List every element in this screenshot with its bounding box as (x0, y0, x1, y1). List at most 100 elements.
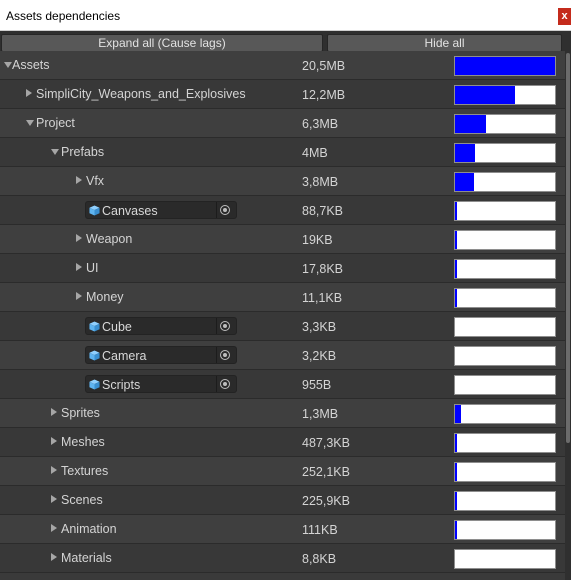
collapsed-arrow-icon[interactable] (51, 466, 57, 474)
tree-row[interactable]: Weapon 19KB (0, 225, 565, 254)
tree-row[interactable]: Money 11,1KB (0, 283, 565, 312)
size-value: 6,3MB (302, 117, 339, 131)
size-bar-fill (455, 463, 457, 481)
size-value: 955B (302, 378, 332, 392)
size-value: 225,9KB (302, 494, 350, 508)
scrollbar-thumb[interactable] (566, 53, 570, 443)
size-bar (454, 520, 556, 540)
object-field-label: Scripts (102, 378, 141, 392)
window-title: Assets dependencies (6, 9, 121, 23)
size-bar (454, 114, 556, 134)
collapsed-arrow-icon[interactable] (76, 292, 82, 300)
size-bar (454, 433, 556, 453)
size-bar (454, 85, 556, 105)
tree-row[interactable]: Textures 252,1KB (0, 457, 565, 486)
folder-label: Weapon (86, 232, 133, 246)
object-picker-icon[interactable] (220, 379, 230, 389)
tree-row[interactable]: Camera 3,2KB (0, 341, 565, 370)
tree-row[interactable]: Animation 111KB (0, 515, 565, 544)
asset-tree: Assets 20,5MB SimpliCity_Weapons_and_Explo… (0, 51, 565, 580)
size-bar-fill (455, 289, 457, 307)
prefab-cube-icon (89, 379, 100, 390)
tree-row[interactable]: Sprites 1,3MB (0, 399, 565, 428)
size-bar-fill (455, 57, 555, 75)
vertical-scrollbar[interactable] (565, 51, 571, 580)
size-bar-fill (455, 202, 457, 220)
size-value: 17,8KB (302, 262, 344, 276)
object-field-label: Cube (102, 320, 132, 334)
object-picker-icon[interactable] (220, 205, 230, 215)
collapsed-arrow-icon[interactable] (51, 408, 57, 416)
object-field-divider (216, 318, 217, 334)
size-value: 88,7KB (302, 204, 344, 218)
folder-label: Materials (61, 551, 112, 565)
expanded-arrow-icon[interactable] (51, 149, 59, 155)
tree-row[interactable]: Assets 20,5MB (0, 51, 565, 80)
size-bar (454, 288, 556, 308)
prefab-cube-icon (89, 205, 100, 216)
size-value: 20,5MB (302, 59, 346, 73)
collapsed-arrow-icon[interactable] (26, 89, 32, 97)
hide-all-button[interactable]: Hide all (327, 34, 562, 52)
collapsed-arrow-icon[interactable] (51, 524, 57, 532)
folder-label: Scenes (61, 493, 103, 507)
prefab-cube-icon (89, 350, 100, 361)
folder-label: Vfx (86, 174, 105, 188)
size-bar (454, 317, 556, 337)
close-button[interactable]: x (558, 8, 571, 25)
tree-row[interactable]: UI 17,8KB (0, 254, 565, 283)
size-bar (454, 201, 556, 221)
collapsed-arrow-icon[interactable] (51, 495, 57, 503)
size-value: 3,2KB (302, 349, 337, 363)
object-picker-icon[interactable] (220, 350, 230, 360)
size-value: 3,8MB (302, 175, 339, 189)
collapsed-arrow-icon[interactable] (51, 553, 57, 561)
size-value: 8,8KB (302, 552, 337, 566)
object-picker-icon[interactable] (220, 321, 230, 331)
size-value: 111KB (302, 523, 338, 537)
tree-row[interactable]: SimpliCity_Weapons_and_Explosives 12,2MB (0, 80, 565, 109)
size-bar-fill (455, 231, 457, 249)
object-field[interactable]: Camera (85, 346, 237, 364)
folder-label: Textures (61, 464, 109, 478)
object-field[interactable]: Cube (85, 317, 237, 335)
tree-row[interactable]: Scenes 225,9KB (0, 486, 565, 515)
object-field-label: Canvases (102, 204, 158, 218)
size-value: 3,3KB (302, 320, 337, 334)
expanded-arrow-icon[interactable] (26, 120, 34, 126)
object-field-divider (216, 347, 217, 363)
size-bar (454, 56, 556, 76)
size-bar-fill (455, 405, 461, 423)
tree-row[interactable]: Scripts 955B (0, 370, 565, 399)
collapsed-arrow-icon[interactable] (51, 437, 57, 445)
size-bar (454, 404, 556, 424)
object-field-divider (216, 202, 217, 218)
object-field[interactable]: Scripts (85, 375, 237, 393)
size-bar-fill (455, 260, 457, 278)
collapsed-arrow-icon[interactable] (76, 234, 82, 242)
tree-row[interactable]: Prefabs 4MB (0, 138, 565, 167)
tree-row[interactable]: Vfx 3,8MB (0, 167, 565, 196)
collapsed-arrow-icon[interactable] (76, 176, 82, 184)
size-bar (454, 259, 556, 279)
tree-row[interactable]: Project 6,3MB (0, 109, 565, 138)
toolbar: Expand all (Cause lags) Hide all (0, 31, 571, 52)
expanded-arrow-icon[interactable] (4, 62, 12, 68)
size-value: 12,2MB (302, 88, 346, 102)
size-bar (454, 346, 556, 366)
expand-all-button[interactable]: Expand all (Cause lags) (1, 34, 323, 52)
folder-label: UI (86, 261, 99, 275)
size-value: 11,1KB (302, 291, 343, 305)
tree-row[interactable]: Canvases 88,7KB (0, 196, 565, 225)
size-bar-fill (455, 144, 475, 162)
folder-label: Sprites (61, 406, 100, 420)
tree-row[interactable]: Meshes 487,3KB (0, 428, 565, 457)
collapsed-arrow-icon[interactable] (76, 263, 82, 271)
folder-label: Assets (12, 58, 50, 72)
size-bar (454, 462, 556, 482)
tree-row[interactable]: Materials 8,8KB (0, 544, 565, 573)
object-field[interactable]: Canvases (85, 201, 237, 219)
size-value: 1,3MB (302, 407, 339, 421)
tree-row[interactable]: Cube 3,3KB (0, 312, 565, 341)
size-value: 19KB (302, 233, 333, 247)
